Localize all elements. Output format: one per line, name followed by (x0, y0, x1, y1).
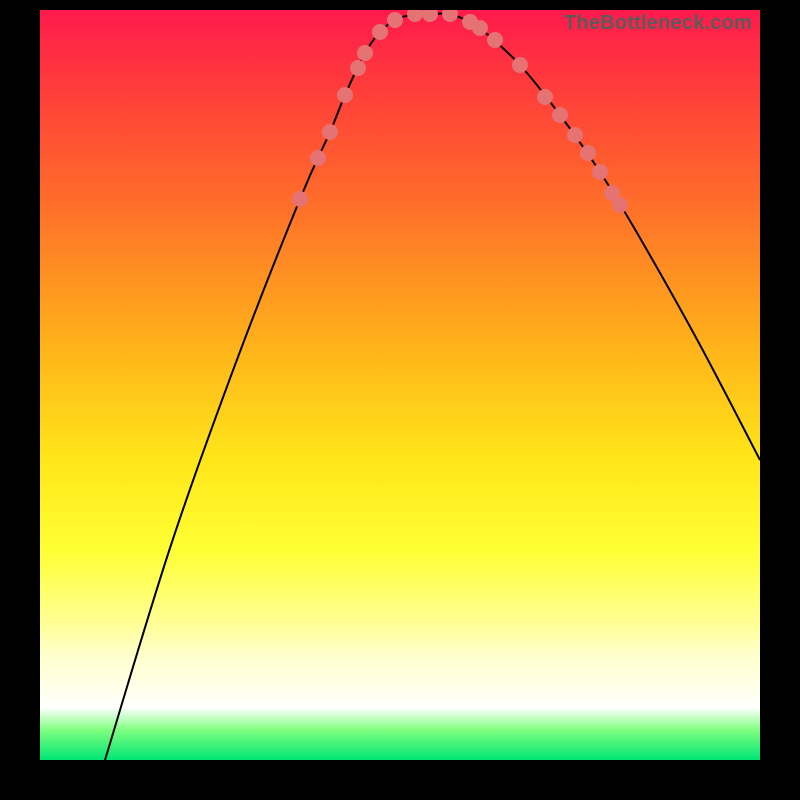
data-point (422, 10, 438, 22)
data-point (580, 145, 596, 161)
data-point (604, 185, 620, 201)
data-point (612, 197, 628, 213)
data-point (322, 124, 338, 140)
data-point (310, 150, 326, 166)
data-point (487, 32, 503, 48)
data-point (472, 20, 488, 36)
bottleneck-curve (105, 13, 760, 760)
curve-layer (40, 10, 760, 760)
data-point (442, 10, 458, 22)
data-point (462, 14, 478, 30)
data-point (337, 87, 353, 103)
chart-container: TheBottleneck.com (0, 0, 800, 800)
data-point (407, 10, 423, 22)
plot-area: TheBottleneck.com (40, 10, 760, 760)
data-point (552, 107, 568, 123)
curve-markers (292, 10, 628, 213)
data-point (292, 191, 308, 207)
data-point (512, 57, 528, 73)
data-point (592, 164, 608, 180)
data-point (387, 12, 403, 28)
data-point (372, 24, 388, 40)
data-point (567, 127, 583, 143)
watermark: TheBottleneck.com (564, 12, 752, 35)
data-point (357, 45, 373, 61)
data-point (350, 60, 366, 76)
data-point (537, 89, 553, 105)
